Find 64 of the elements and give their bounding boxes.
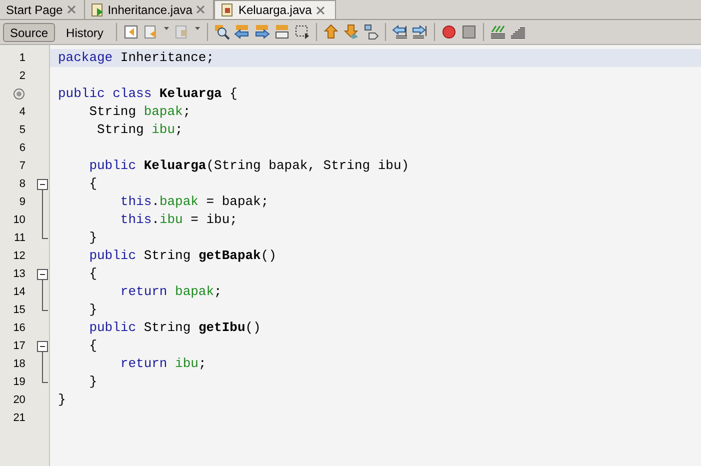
shift-left-icon[interactable] bbox=[392, 24, 408, 40]
line-number: 2 bbox=[19, 68, 26, 84]
code-line: public String getBapak() bbox=[88, 247, 276, 265]
close-icon[interactable] bbox=[196, 5, 206, 14]
code-line: return ibu; bbox=[119, 355, 206, 373]
close-icon[interactable] bbox=[66, 5, 76, 14]
code-line: String ibu; bbox=[96, 121, 183, 139]
line-number: 1 bbox=[19, 50, 26, 66]
line-number: 4 bbox=[19, 104, 26, 120]
view-toggle-button[interactable]: Source bbox=[3, 22, 56, 42]
line-number: 13 bbox=[13, 266, 26, 282]
stop-icon[interactable] bbox=[461, 24, 478, 40]
shift-right-icon[interactable] bbox=[412, 24, 428, 40]
code-line: { bbox=[88, 175, 98, 193]
down-arrow-icon[interactable] bbox=[343, 24, 360, 40]
line-number: 15 bbox=[13, 302, 26, 318]
line-number: 14 bbox=[13, 284, 26, 300]
line-number: 7 bbox=[19, 158, 26, 174]
shapes-icon[interactable] bbox=[363, 24, 380, 40]
selection-icon[interactable] bbox=[294, 24, 310, 40]
line-number: 11 bbox=[14, 230, 26, 246]
java-file-icon[interactable] bbox=[90, 2, 104, 16]
code-line: public class Keluarga { bbox=[58, 85, 238, 103]
line-number: 6 bbox=[19, 140, 26, 156]
code-line: this.ibu = ibu; bbox=[119, 211, 238, 229]
code-line: public Keluarga(String bapak, String ibu) bbox=[88, 157, 410, 175]
java-file-icon[interactable] bbox=[221, 3, 234, 17]
arrow-right-icon[interactable] bbox=[254, 24, 270, 40]
search-icon[interactable] bbox=[214, 24, 230, 40]
collapse-icon[interactable] bbox=[37, 341, 48, 352]
record-icon[interactable] bbox=[441, 24, 458, 40]
view-toggle-button[interactable]: History bbox=[59, 22, 110, 42]
line-number: 21 bbox=[13, 410, 26, 426]
code-line: package Inheritance; bbox=[58, 49, 214, 67]
collapse-icon[interactable] bbox=[37, 269, 48, 280]
code-line: return bapak; bbox=[119, 283, 222, 301]
code-line: { bbox=[88, 265, 98, 283]
code-line: public String getIbu() bbox=[88, 319, 261, 337]
editor-tab[interactable]: Keluarga.java bbox=[214, 0, 336, 19]
code-line: this.bapak = bapak; bbox=[119, 193, 269, 211]
class-marker-icon[interactable] bbox=[13, 88, 26, 100]
comment-icon[interactable] bbox=[490, 24, 506, 40]
code-line: String bapak; bbox=[88, 103, 191, 121]
up-arrow-icon[interactable] bbox=[323, 24, 340, 40]
close-icon[interactable] bbox=[316, 6, 325, 14]
code-line: { bbox=[88, 337, 98, 355]
line-number: 18 bbox=[13, 356, 26, 372]
line-number: 8 bbox=[19, 176, 26, 192]
line-number: 5 bbox=[19, 122, 26, 138]
line-number: 9 bbox=[19, 194, 26, 210]
code-line: } bbox=[88, 301, 98, 319]
line-number: 10 bbox=[13, 212, 26, 228]
line-number: 19 bbox=[13, 374, 26, 390]
code-line: } bbox=[88, 229, 98, 247]
line-number: 17 bbox=[13, 338, 26, 354]
collapse-icon[interactable] bbox=[37, 179, 48, 190]
toggle-highlight-icon[interactable] bbox=[274, 24, 290, 40]
line-number: 20 bbox=[13, 392, 26, 408]
last-edit-icon[interactable] bbox=[123, 24, 140, 40]
code-line: } bbox=[88, 373, 98, 391]
arrow-left-icon[interactable] bbox=[234, 24, 250, 40]
line-number: 12 bbox=[13, 248, 26, 264]
line-number: 16 bbox=[13, 320, 26, 336]
code-line: } bbox=[58, 391, 66, 409]
